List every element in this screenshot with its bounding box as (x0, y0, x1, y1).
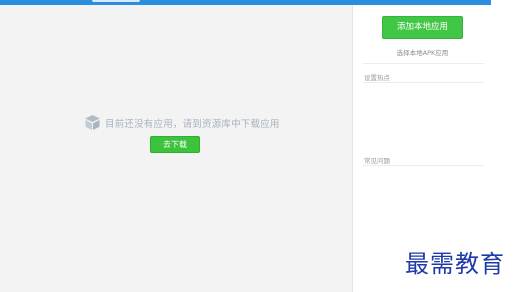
select-local-apk-link[interactable]: 选择本地APK应用 (353, 47, 492, 57)
empty-state-message: 目前还没有应用，请到资源库中下载应用 (105, 118, 280, 130)
sidebar-divider (363, 82, 484, 83)
add-local-app-button[interactable]: 添加本地应用 (382, 16, 463, 39)
section-title-faq: 常见问题 (364, 157, 390, 165)
empty-state: 目前还没有应用，请到资源库中下载应用 (84, 114, 280, 131)
package-box-icon (84, 114, 101, 131)
go-download-button[interactable]: 去下载 (150, 136, 200, 153)
sidebar-divider (363, 165, 484, 166)
section-title-hotspot: 设置热点 (364, 74, 390, 82)
sidebar-divider (363, 63, 484, 64)
watermark-logo: 最需教育 (405, 250, 505, 278)
top-bar-tab-indicator[interactable] (92, 0, 140, 2)
